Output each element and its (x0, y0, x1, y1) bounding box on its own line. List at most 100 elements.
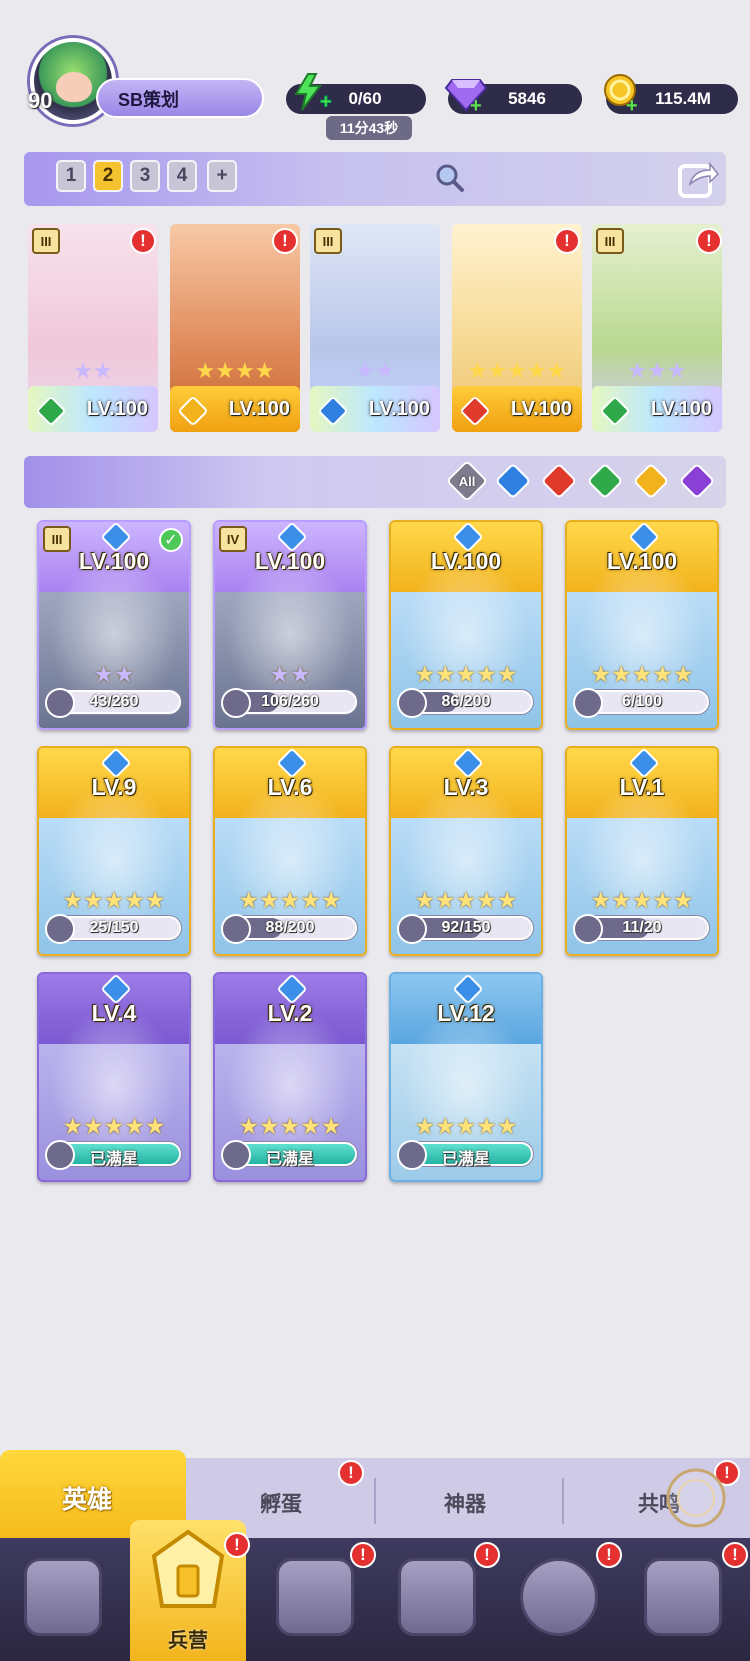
castle-icon[interactable] (398, 1558, 476, 1636)
hero-level: LV.100 (254, 548, 326, 574)
search-icon[interactable] (434, 162, 466, 194)
hero-card[interactable]: LV.9 ★★★★★ 25/150 (37, 746, 191, 956)
check-icon: ✓ (159, 528, 183, 552)
alert-badge: ! (474, 1542, 500, 1568)
hero-level: LV.3 (443, 774, 489, 800)
hero-card[interactable]: LV.2 ★★★★★ 已满星 (213, 972, 367, 1182)
hero-card[interactable]: LV.3 ★★★★★ 92/150 (389, 746, 543, 956)
rank-badge: IV (219, 526, 247, 552)
rank-badge: III (32, 228, 60, 254)
shard-icon (397, 914, 427, 944)
shard-icon (221, 914, 251, 944)
team-tab-2[interactable]: 2 (93, 160, 123, 192)
filter-fire[interactable] (540, 462, 578, 500)
subtab-artifact[interactable]: 神器 (444, 1488, 486, 1518)
shard-icon (45, 1140, 75, 1170)
team-tab-add[interactable]: + (207, 160, 237, 192)
rank-badge: III (596, 228, 624, 254)
team-slot-4[interactable]: ★★★★★ LV.100 (452, 224, 582, 432)
fire-element-icon (540, 462, 578, 500)
shard-icon (221, 1140, 251, 1170)
hero-level: LV.6 (267, 774, 313, 800)
hero-level: LV.1 (619, 774, 665, 800)
slot-level-text: LV.100 (228, 397, 290, 420)
alert-badge: ! (224, 1532, 250, 1558)
dark-element-icon (678, 462, 716, 500)
light-element-icon (632, 462, 670, 500)
coin-icon: + (604, 74, 638, 114)
hero-card[interactable]: LV.100 ★★ 106/260 IV (213, 520, 367, 730)
filter-all-label: All (458, 473, 476, 489)
hero-card[interactable]: LV.6 ★★★★★ 88/200 (213, 746, 367, 956)
hero-card[interactable]: LV.1 ★★★★★ 11/20 (565, 746, 719, 956)
hero-card[interactable]: LV.4 ★★★★★ 已满星 (37, 972, 191, 1182)
hero-stars: ★★ (93, 661, 135, 687)
hero-stars: ★★★★★ (238, 887, 342, 913)
slot-stars: ★★★★ (195, 358, 275, 383)
share-icon[interactable] (676, 156, 720, 200)
alert-badge: ! (338, 1460, 364, 1486)
hero-card[interactable]: LV.100 ★★★★★ 6/100 (565, 520, 719, 730)
slot-level-text: LV.100 (650, 397, 712, 420)
slot-level-text: LV.100 (86, 397, 148, 420)
hero-stars: ★★★★★ (414, 1113, 518, 1139)
book-icon[interactable] (276, 1558, 354, 1636)
slot-stars: ★★ (73, 358, 113, 383)
guild-icon[interactable] (520, 1558, 598, 1636)
team-slot-5[interactable]: III ★★★ LV.100 (592, 224, 722, 432)
rank-badge: III (314, 228, 342, 254)
gold-value: 115.4M (655, 89, 711, 108)
hero-card[interactable]: LV.12 ★★★★★ 已满星 (389, 972, 543, 1182)
player-level: 90 (28, 88, 53, 113)
filter-dark[interactable] (678, 462, 716, 500)
team-tab-4[interactable]: 4 (167, 160, 197, 192)
rank-badge: III (43, 526, 71, 552)
slot-stars: ★★ (355, 358, 395, 383)
hero-stars: ★★★★★ (590, 887, 694, 913)
alert-badge: ! (554, 228, 580, 254)
alert-badge: ! (272, 228, 298, 254)
water-element-icon (494, 462, 532, 500)
shard-icon (573, 688, 603, 718)
shield-icon[interactable] (644, 1558, 722, 1636)
hero-level: LV.2 (267, 1000, 313, 1026)
subtab-hatch[interactable]: 孵蛋 (260, 1488, 302, 1518)
hero-stars: ★★★★★ (238, 1113, 342, 1139)
grass-element-icon (586, 462, 624, 500)
player-name: SB策划 (118, 90, 180, 110)
team-tab-1[interactable]: 1 (56, 160, 86, 192)
filter-grass[interactable] (586, 462, 624, 500)
filter-light[interactable] (632, 462, 670, 500)
shard-icon (221, 688, 251, 718)
alert-badge: ! (350, 1542, 376, 1568)
team-tab-3[interactable]: 3 (130, 160, 160, 192)
hero-stars: ★★★★★ (62, 887, 166, 913)
alert-badge: ! (130, 228, 156, 254)
cards-icon[interactable] (24, 1558, 102, 1636)
slot-stars: ★★★★★ (467, 358, 567, 383)
team-slot-1[interactable]: III ★★ LV.100 (28, 224, 158, 432)
hero-stars: ★★★★★ (414, 661, 518, 687)
diamond-icon: + (444, 79, 488, 114)
hero-card[interactable]: LV.100 ★★★★★ 86/200 (389, 520, 543, 730)
hero-level: LV.100 (78, 548, 150, 574)
shard-icon (45, 688, 75, 718)
alert-badge: ! (696, 228, 722, 254)
lightning-icon: + (294, 73, 332, 112)
hero-level: LV.9 (91, 774, 137, 800)
energy-timer: 11分43秒 (326, 116, 412, 140)
filter-water[interactable] (494, 462, 532, 500)
gem-value: 5846 (508, 89, 546, 108)
hero-stars: ★★ (269, 661, 311, 687)
slot-level-text: LV.100 (368, 397, 430, 420)
shard-icon (397, 688, 427, 718)
hero-level: LV.100 (606, 548, 678, 574)
floating-assist-icon[interactable] (664, 1466, 728, 1530)
team-slot-3[interactable]: III ★★ LV.100 (310, 224, 440, 432)
hero-card[interactable]: LV.100 ★★ 43/260 III ✓ (37, 520, 191, 730)
svg-text:+: + (626, 95, 638, 114)
hero-level: LV.4 (91, 1000, 137, 1026)
filter-all[interactable]: All (445, 459, 489, 503)
team-slot-2[interactable]: ★★★★ LV.100 (170, 224, 300, 432)
slot-stars: ★★★ (627, 358, 687, 383)
